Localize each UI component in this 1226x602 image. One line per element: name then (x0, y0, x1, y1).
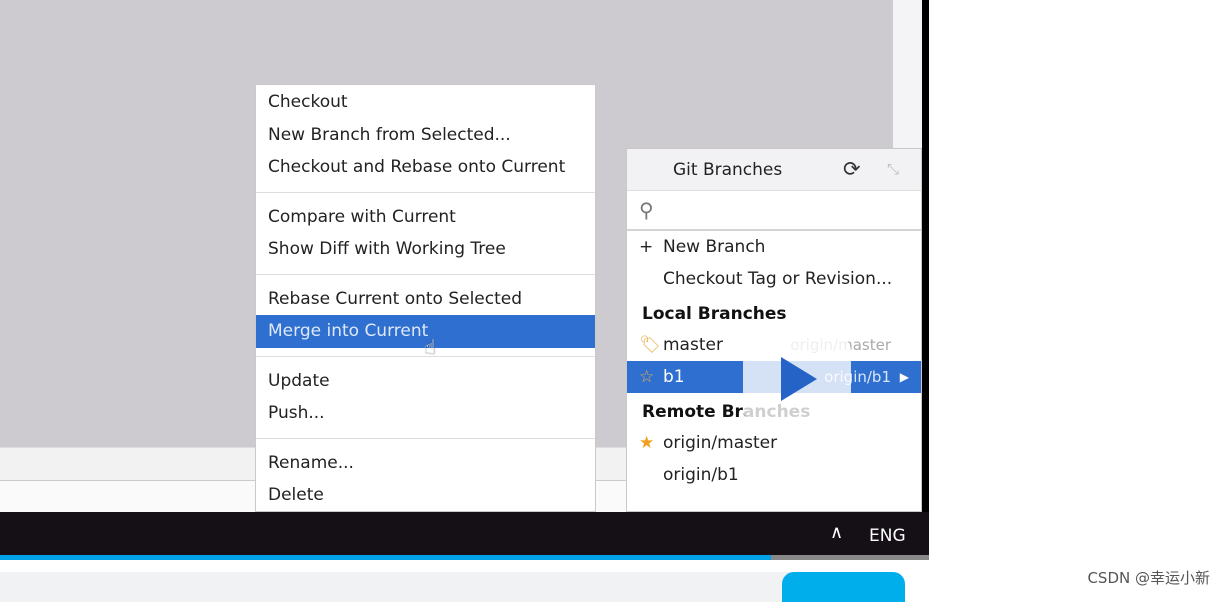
remote-branch-origin-b1[interactable]: origin/b1 (627, 459, 921, 491)
search-icon: ⚲ (639, 198, 654, 222)
new-branch-label: New Branch (663, 237, 766, 257)
send-button[interactable] (782, 572, 905, 602)
branch-context-menu: Checkout New Branch from Selected... Check… (255, 84, 596, 512)
popup-title: Git Branches (673, 160, 783, 180)
branch-name: b1 (663, 367, 685, 387)
chevron-up-icon[interactable]: ∧ (830, 522, 843, 543)
play-icon (781, 357, 817, 401)
window-border (922, 0, 929, 555)
remote-branch-origin-master[interactable]: ★ origin/master (627, 427, 921, 459)
watermark: CSDN @幸运小新 (1087, 569, 1210, 587)
checkout-tag-item[interactable]: Checkout Tag or Revision... (627, 263, 921, 295)
menu-item-merge-into-current[interactable]: Merge into Current ☝ (256, 315, 595, 359)
progress-fill (0, 555, 772, 560)
taskbar: ∧ ENG (0, 512, 929, 555)
tag-icon: 🏷 (639, 335, 661, 355)
menu-item-delete[interactable]: Delete (256, 479, 595, 512)
new-branch-item[interactable]: + New Branch (627, 231, 921, 263)
menu-item-checkout-and-rebase-onto-current[interactable]: Checkout and Rebase onto Current (256, 151, 595, 184)
menu-item-show-diff-with-working-tree[interactable]: Show Diff with Working Tree (256, 233, 595, 266)
menu-item-push[interactable]: Push... (256, 397, 595, 430)
plus-icon: + (639, 237, 654, 257)
menu-item-update[interactable]: Update (256, 365, 595, 398)
popup-header: Git Branches ⟳ ⤡ (627, 149, 921, 191)
star-outline-icon: ☆ (639, 367, 655, 387)
language-indicator[interactable]: ENG (869, 526, 906, 546)
refresh-icon[interactable]: ⟳ (843, 157, 861, 181)
menu-item-compare-with-current[interactable]: Compare with Current (256, 201, 595, 234)
comment-input[interactable] (0, 572, 800, 602)
collapse-icon[interactable]: ⤡ (887, 160, 899, 178)
menu-separator (256, 191, 595, 193)
checkout-tag-label: Checkout Tag or Revision... (663, 269, 893, 289)
branch-name: origin/b1 (663, 465, 739, 485)
hand-cursor-icon: ☝ (424, 335, 437, 359)
menu-item-rebase-current-onto-selected[interactable]: Rebase Current onto Selected (256, 283, 595, 316)
branch-name: origin/master (663, 433, 778, 453)
video-progress-bar[interactable] (0, 555, 929, 560)
git-branches-popup: Git Branches ⟳ ⤡ ⚲ + New Branch Checkout … (626, 148, 922, 512)
menu-separator (256, 273, 595, 275)
menu-item-new-branch-from-selected[interactable]: New Branch from Selected... (256, 119, 595, 152)
branch-search-input[interactable]: ⚲ (627, 191, 921, 231)
branch-name: master (663, 335, 723, 355)
video-play-button[interactable] (743, 335, 851, 425)
menu-item-rename[interactable]: Rename... (256, 447, 595, 480)
local-branches-header: Local Branches (642, 304, 787, 324)
submenu-arrow-icon: ▶ (899, 370, 909, 384)
menu-item-checkout[interactable]: Checkout (256, 86, 595, 119)
star-filled-icon: ★ (639, 433, 655, 453)
menu-separator (256, 437, 595, 439)
